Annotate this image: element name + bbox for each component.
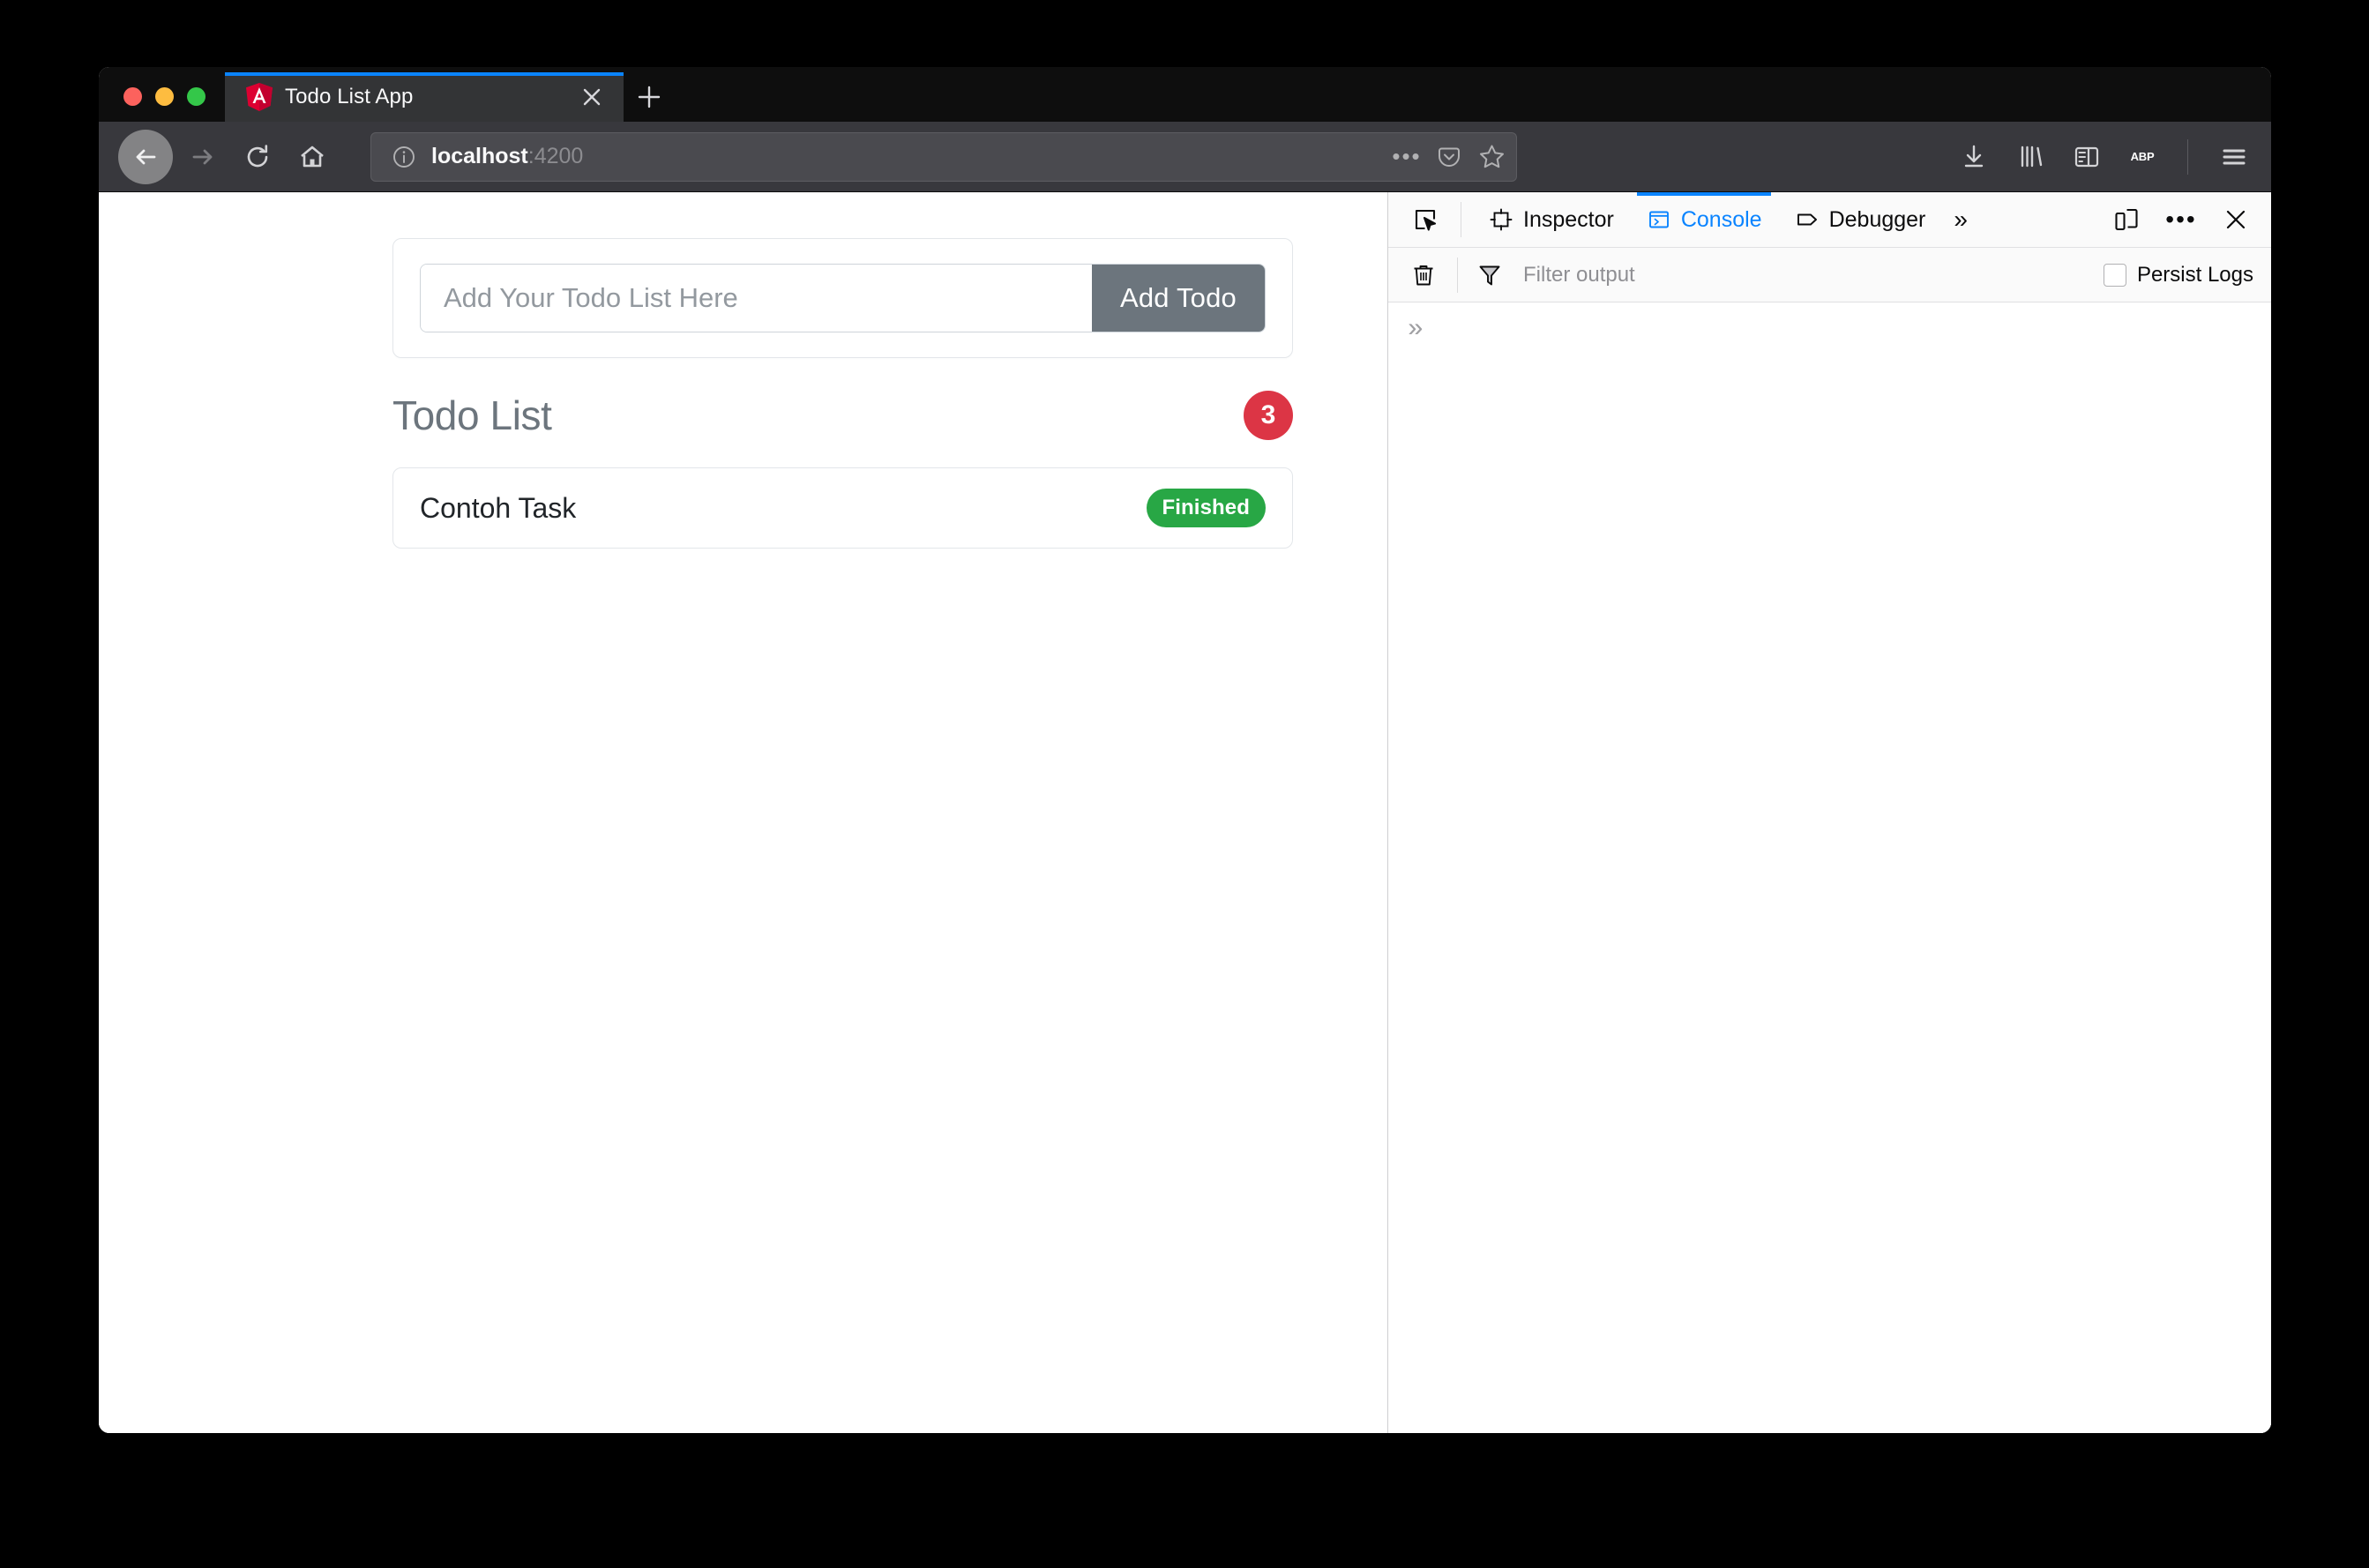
devtools-close-icon[interactable] [2216, 200, 2255, 239]
url-bar[interactable]: localhost:4200 ••• [370, 131, 1517, 182]
close-icon[interactable] [576, 81, 608, 113]
tab-debugger-label: Debugger [1828, 206, 1926, 232]
toolbar-right-actions: ABP [1935, 138, 2252, 175]
tab-title: Todo List App [285, 85, 414, 108]
add-todo-button[interactable]: Add Todo [1091, 265, 1265, 332]
adblock-label: ABP [2130, 150, 2155, 163]
devtools-tabs: Inspector Console Debugger » [1472, 192, 1980, 247]
download-icon[interactable] [1956, 139, 1992, 175]
page-title: Todo List [392, 392, 552, 438]
devtools-meatball-menu-icon[interactable]: ••• [2162, 200, 2201, 239]
forward-arrow-icon[interactable] [178, 132, 228, 182]
inspector-icon [1488, 206, 1514, 233]
todo-app-container: Add Todo Todo List 3 Contoh Task Finishe… [392, 238, 1293, 549]
library-icon[interactable] [2013, 139, 2048, 175]
todo-count-badge: 3 [1244, 391, 1293, 440]
close-window-button[interactable] [123, 87, 142, 106]
persist-logs-checkbox[interactable] [2103, 263, 2126, 287]
debugger-icon [1794, 206, 1820, 233]
trash-icon[interactable] [1401, 255, 1446, 295]
hamburger-menu-icon[interactable] [2216, 139, 2252, 175]
browser-tab-todo-list-app[interactable]: Todo List App [225, 72, 624, 122]
todo-list-header: Todo List 3 [392, 385, 1293, 446]
console-icon [1646, 206, 1672, 233]
sidebar-icon[interactable] [2069, 139, 2104, 175]
angular-logo-icon [246, 83, 273, 111]
url-host: localhost [431, 144, 528, 168]
home-icon[interactable] [288, 132, 337, 182]
page-viewport: Add Todo Todo List 3 Contoh Task Finishe… [99, 192, 1387, 1433]
tab-debugger[interactable]: Debugger [1778, 192, 1942, 247]
url-path: :4200 [527, 144, 584, 168]
filterbar-divider [1457, 257, 1458, 293]
tab-console[interactable]: Console [1630, 192, 1778, 247]
tab-inspector[interactable]: Inspector [1472, 192, 1630, 247]
url-bar-actions: ••• [1392, 143, 1506, 171]
funnel-icon[interactable] [1468, 255, 1511, 295]
url-text: localhost:4200 [431, 144, 1393, 169]
adblock-plus-icon[interactable]: ABP [2126, 140, 2159, 174]
todo-text-input[interactable] [421, 265, 1092, 332]
console-filter-bar: Persist Logs [1388, 248, 2271, 302]
add-todo-input-group: Add Todo [420, 264, 1266, 332]
console-filter-input[interactable] [1511, 262, 2104, 287]
tab-console-label: Console [1680, 206, 1762, 232]
maximize-window-button[interactable] [187, 87, 206, 106]
devtools-toolbar-actions: ••• [2107, 200, 2255, 239]
responsive-design-mode-icon[interactable] [2107, 200, 2146, 239]
tab-strip: Todo List App [99, 67, 2271, 122]
browser-window: Todo List App localhost:4200 ••• ABP Add… [99, 67, 2271, 1433]
persist-logs-label: Persist Logs [2136, 262, 2253, 287]
console-input-prompt-icon[interactable]: » [1408, 315, 1424, 345]
minimize-window-button[interactable] [155, 87, 174, 106]
window-traffic-lights [99, 87, 225, 122]
star-icon[interactable] [1477, 143, 1506, 171]
persist-logs-toggle[interactable]: Persist Logs [2103, 262, 2253, 287]
add-todo-card: Add Todo [392, 238, 1293, 358]
todo-item-text: Contoh Task [420, 491, 577, 524]
navigation-toolbar: localhost:4200 ••• ABP [99, 122, 2271, 192]
back-arrow-icon[interactable] [118, 129, 173, 184]
devtools-tabs-overflow-icon[interactable]: » [1941, 205, 1980, 234]
page-actions-icon[interactable]: ••• [1392, 143, 1421, 171]
status-badge[interactable]: Finished [1146, 489, 1266, 527]
todo-list-item[interactable]: Contoh Task Finished [392, 467, 1293, 549]
devtools-toolbar: Inspector Console Debugger » ••• [1388, 192, 2271, 248]
content-split: Add Todo Todo List 3 Contoh Task Finishe… [99, 192, 2271, 1433]
reload-icon[interactable] [233, 132, 282, 182]
toolbar-separator [2187, 138, 2188, 175]
new-tab-button[interactable] [624, 72, 675, 122]
console-output-area[interactable]: » [1388, 302, 2271, 1433]
page-info-icon[interactable] [391, 144, 417, 170]
tab-inspector-label: Inspector [1523, 206, 1614, 232]
devtools-panel: Inspector Console Debugger » ••• Filter … [1387, 192, 2271, 1433]
element-picker-icon[interactable] [1401, 198, 1450, 241]
pocket-icon[interactable] [1435, 143, 1463, 171]
